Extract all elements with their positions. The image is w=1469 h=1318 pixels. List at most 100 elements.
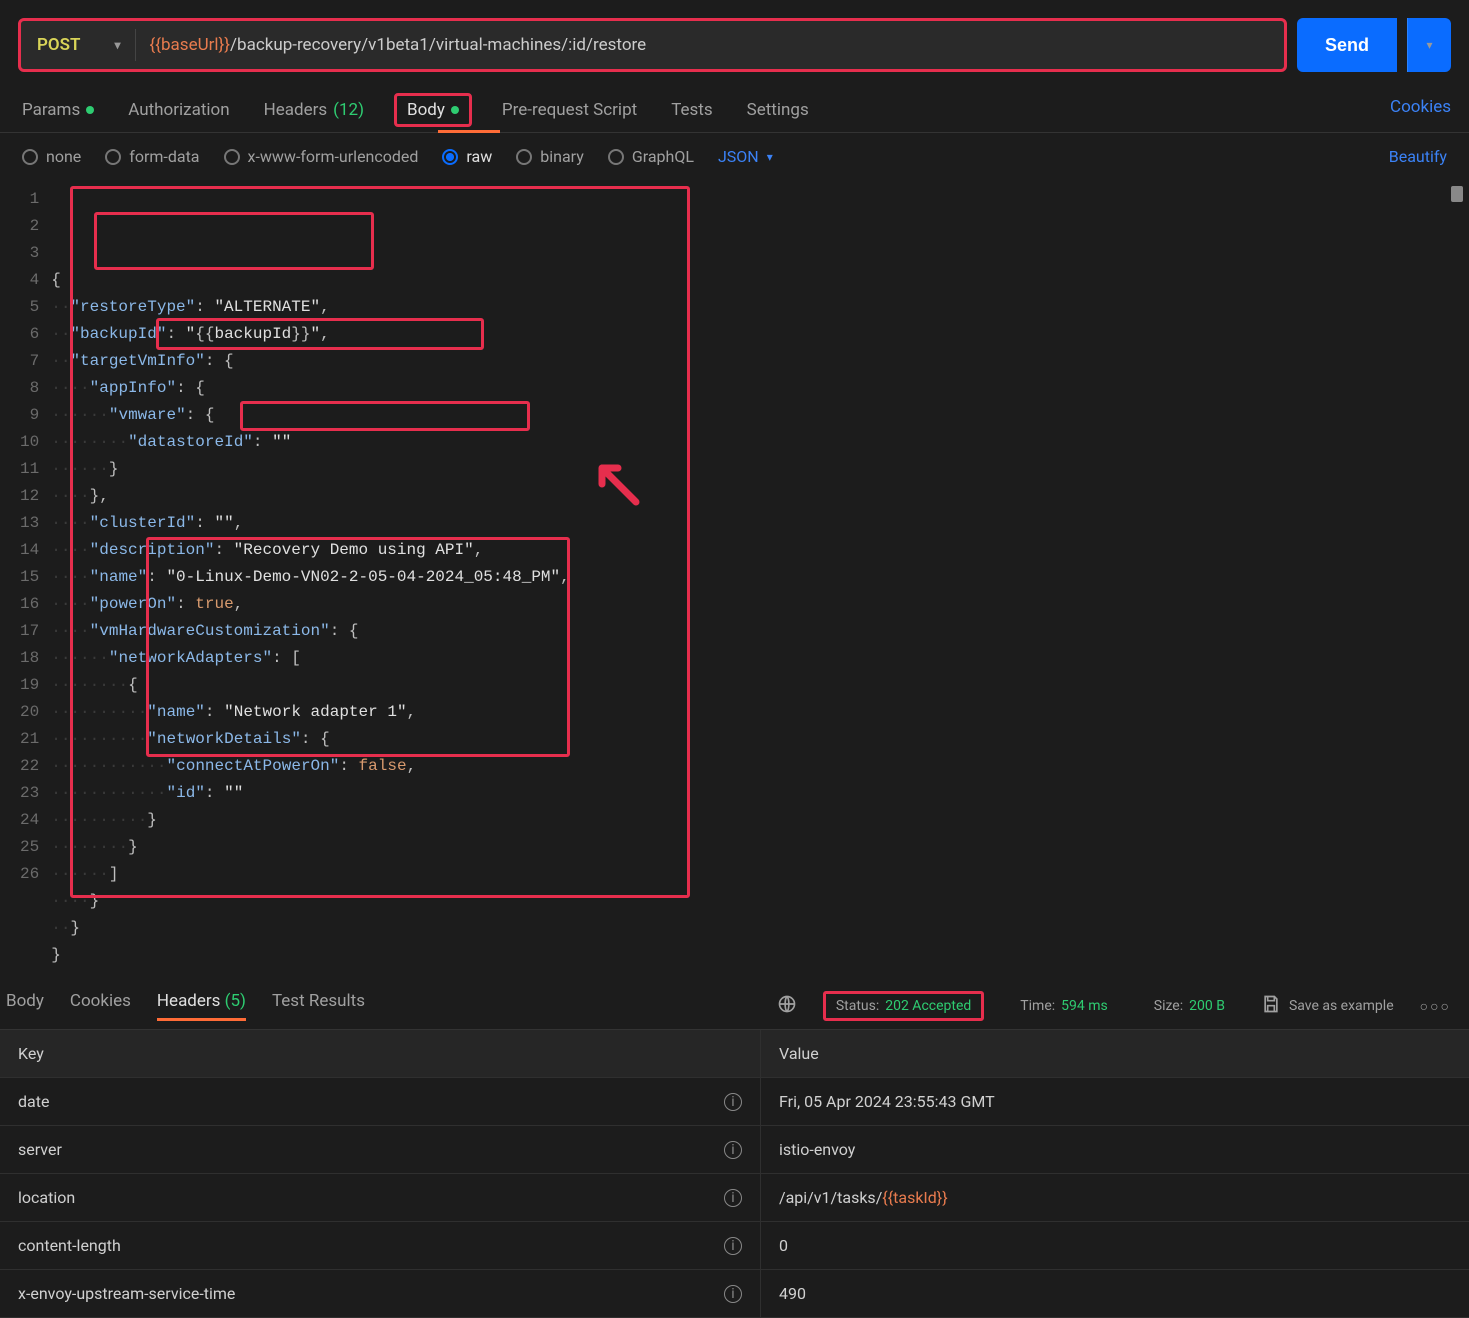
table-row: content-lengthi0 [0, 1222, 1469, 1270]
code-line[interactable]: ··} [51, 915, 1469, 942]
radio-graphql[interactable]: GraphQL [608, 147, 694, 166]
response-status: Status: 202 Accepted [823, 991, 984, 1021]
radio-raw[interactable]: raw [442, 147, 492, 166]
resp-tab-headers[interactable]: Headers (5) [157, 991, 246, 1021]
code-line[interactable]: ····}, [51, 483, 1469, 510]
tab-settings[interactable]: Settings [743, 92, 813, 132]
code-line[interactable]: { [51, 267, 1469, 294]
info-icon[interactable]: i [724, 1093, 742, 1111]
scroll-indicator [1451, 186, 1463, 202]
code-line[interactable]: ········{ [51, 672, 1469, 699]
header-key: locationi [0, 1174, 760, 1221]
chevron-down-icon: ▾ [767, 150, 773, 164]
code-line[interactable]: ··"targetVmInfo": { [51, 348, 1469, 375]
tab-params[interactable]: Params [18, 92, 98, 132]
globe-icon[interactable] [777, 994, 797, 1018]
tab-tests[interactable]: Tests [667, 92, 716, 132]
col-value: Value [760, 1030, 1469, 1077]
code-line[interactable]: ············"id": "" [51, 780, 1469, 807]
response-headers-table: Key Value dateiFri, 05 Apr 2024 23:55:43… [0, 1030, 1469, 1318]
code-line[interactable]: ····"appInfo": { [51, 375, 1469, 402]
code-line[interactable]: ··········} [51, 807, 1469, 834]
header-key: serveri [0, 1126, 760, 1173]
body-type-row: none form-data x-www-form-urlencoded raw… [0, 133, 1469, 180]
code-line[interactable]: ········"datastoreId": "" [51, 429, 1469, 456]
resp-tab-test-results[interactable]: Test Results [272, 991, 365, 1021]
table-row: x-envoy-upstream-service-timei490 [0, 1270, 1469, 1318]
tab-prerequest[interactable]: Pre-request Script [498, 92, 641, 132]
response-tabs: Body Cookies Headers (5) Test Results St… [0, 975, 1469, 1030]
http-method-label: POST [37, 35, 80, 55]
info-icon[interactable]: i [724, 1189, 742, 1207]
request-tabs: Params Authorization Headers (12) Body P… [0, 82, 1469, 133]
send-button[interactable]: Send [1297, 18, 1397, 72]
code-line[interactable]: ······"networkAdapters": [ [51, 645, 1469, 672]
header-value: istio-envoy [760, 1126, 1469, 1173]
http-method-select[interactable]: POST ▾ [21, 35, 135, 55]
radio-none[interactable]: none [22, 147, 81, 166]
tab-authorization[interactable]: Authorization [124, 92, 233, 132]
request-bar: POST ▾ {{baseUrl}}/backup-recovery/v1bet… [0, 0, 1469, 82]
cookies-link[interactable]: Cookies [1390, 97, 1451, 127]
header-value: 0 [760, 1222, 1469, 1269]
method-url-container: POST ▾ {{baseUrl}}/backup-recovery/v1bet… [18, 18, 1287, 72]
col-key: Key [0, 1030, 760, 1077]
beautify-link[interactable]: Beautify [1389, 147, 1447, 166]
line-gutter: 1234567891011121314151617181920212223242… [14, 180, 51, 975]
save-icon [1261, 994, 1281, 1018]
code-line[interactable]: ··"backupId": "{{backupId}}", [51, 321, 1469, 348]
header-value: /api/v1/tasks/{{taskId}} [760, 1174, 1469, 1221]
radio-xwww[interactable]: x-www-form-urlencoded [224, 147, 419, 166]
code-line[interactable]: ······] [51, 861, 1469, 888]
code-line[interactable]: ········} [51, 834, 1469, 861]
code-editor[interactable]: 1234567891011121314151617181920212223242… [14, 180, 1469, 975]
url-variable: {{baseUrl}} [150, 35, 231, 55]
info-icon[interactable]: i [724, 1285, 742, 1303]
code-line[interactable]: ····"description": "Recovery Demo using … [51, 537, 1469, 564]
chevron-down-icon: ▾ [114, 38, 120, 52]
header-value: 490 [760, 1270, 1469, 1317]
resp-tab-cookies[interactable]: Cookies [70, 991, 131, 1021]
code-line[interactable]: ······} [51, 456, 1469, 483]
url-input[interactable]: {{baseUrl}}/backup-recovery/v1beta1/virt… [136, 35, 1284, 55]
send-dropdown-button[interactable]: ▾ [1407, 18, 1451, 72]
code-line[interactable]: ····"name": "0-Linux-Demo-VN02-2-05-04-2… [51, 564, 1469, 591]
code-line[interactable]: ····"clusterId": "", [51, 510, 1469, 537]
code-line[interactable]: ····"powerOn": true, [51, 591, 1469, 618]
header-key: content-lengthi [0, 1222, 760, 1269]
code-line[interactable]: ··········"name": "Network adapter 1", [51, 699, 1469, 726]
response-time: Time: 594 ms [1010, 994, 1117, 1018]
header-value: Fri, 05 Apr 2024 23:55:43 GMT [760, 1078, 1469, 1125]
tab-headers[interactable]: Headers (12) [260, 92, 368, 132]
url-path: /backup-recovery/v1beta1/virtual-machine… [230, 35, 646, 55]
table-row: locationi/api/v1/tasks/{{taskId}} [0, 1174, 1469, 1222]
info-icon[interactable]: i [724, 1141, 742, 1159]
code-line[interactable]: ··········"networkDetails": { [51, 726, 1469, 753]
header-key: x-envoy-upstream-service-timei [0, 1270, 760, 1317]
code-line[interactable]: ······"vmware": { [51, 402, 1469, 429]
code-line[interactable]: ····} [51, 888, 1469, 915]
code-editor-wrap: 1234567891011121314151617181920212223242… [0, 180, 1469, 975]
radio-form-data[interactable]: form-data [105, 147, 199, 166]
tab-underline [438, 130, 500, 133]
info-icon[interactable]: i [724, 1237, 742, 1255]
resp-tab-body[interactable]: Body [6, 991, 44, 1021]
chevron-down-icon: ▾ [1426, 38, 1432, 52]
table-row: serveriistio-envoy [0, 1126, 1469, 1174]
table-header-row: Key Value [0, 1030, 1469, 1078]
response-size: Size: 200 B [1144, 994, 1235, 1018]
status-dot-icon [451, 106, 459, 114]
tab-body[interactable]: Body [394, 93, 472, 127]
status-dot-icon [86, 106, 94, 114]
table-row: dateiFri, 05 Apr 2024 23:55:43 GMT [0, 1078, 1469, 1126]
body-format-select[interactable]: JSON ▾ [718, 147, 773, 166]
code-line[interactable]: ····"vmHardwareCustomization": { [51, 618, 1469, 645]
radio-binary[interactable]: binary [516, 147, 584, 166]
save-as-example[interactable]: Save as example [1261, 994, 1394, 1018]
code-area[interactable]: {··"restoreType": "ALTERNATE",··"backupI… [51, 180, 1469, 975]
code-line[interactable]: ············"connectAtPowerOn": false, [51, 753, 1469, 780]
code-line[interactable]: ··"restoreType": "ALTERNATE", [51, 294, 1469, 321]
header-key: datei [0, 1078, 760, 1125]
code-line[interactable]: } [51, 942, 1469, 969]
more-options[interactable]: ○○○ [1420, 998, 1451, 1015]
